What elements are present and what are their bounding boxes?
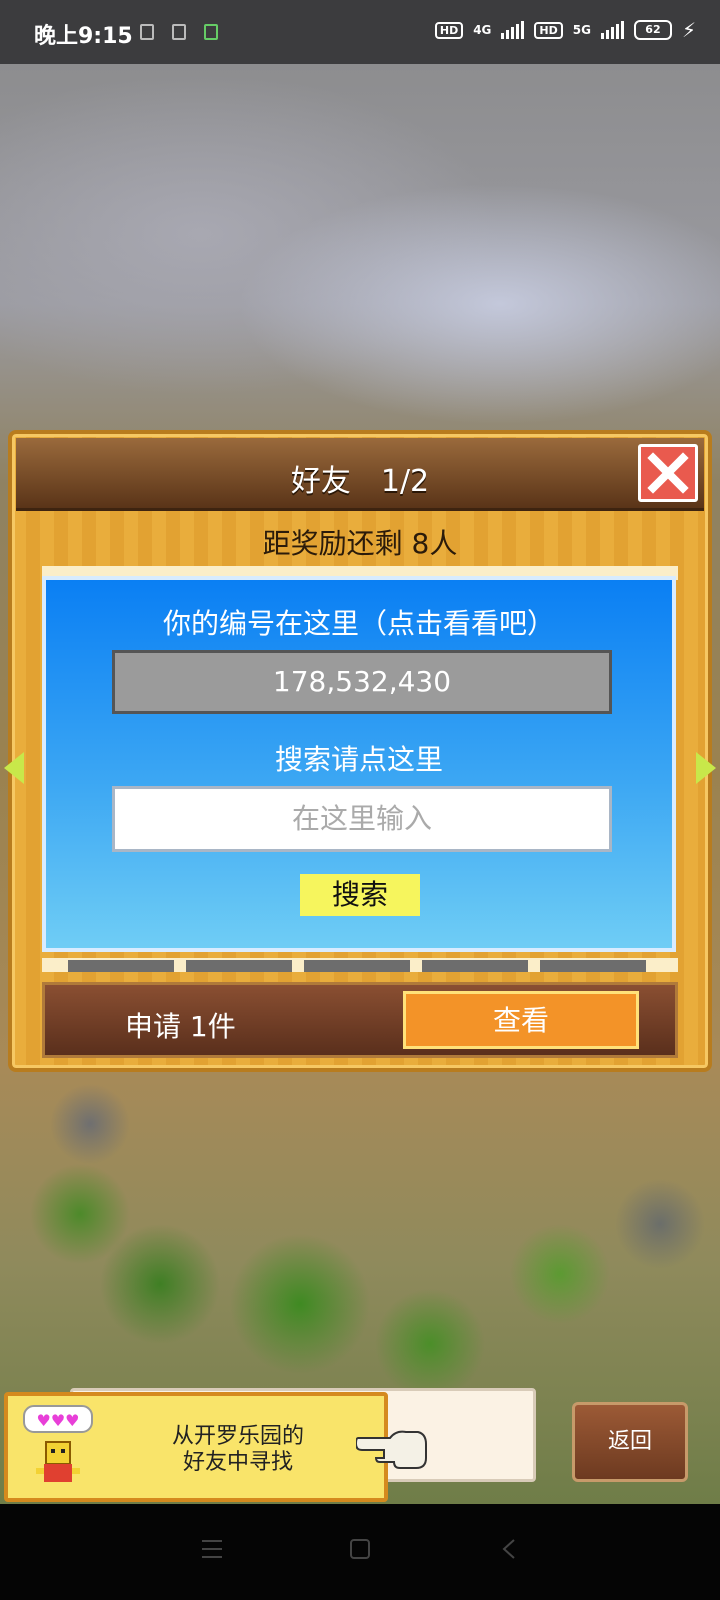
banner-text-line2: 好友中寻找 xyxy=(182,1450,293,1475)
signal-icon xyxy=(600,21,624,39)
search-button[interactable]: 搜索 xyxy=(300,874,420,916)
hd-icon: HD xyxy=(434,21,464,39)
find-friends-banner[interactable]: ♥♥♥ 从开罗乐园的 好友中寻找 xyxy=(4,1392,388,1502)
back-button[interactable]: 返回 xyxy=(572,1402,688,1482)
dialog-header: 好友 1/2 xyxy=(16,438,704,511)
hd-icon: HD xyxy=(534,21,563,39)
dialog-title: 好友 1/2 xyxy=(290,464,430,499)
banner-text: 从开罗乐园的 好友中寻找 xyxy=(128,1424,348,1476)
request-bar: 申请 1件 查看 xyxy=(42,982,678,1058)
close-button[interactable] xyxy=(638,444,698,502)
your-id-box[interactable]: 178,532,430 xyxy=(112,650,612,714)
next-page-arrow-icon[interactable] xyxy=(696,752,716,784)
status-indicators: HD 4G HD 5G 62 ⚡ xyxy=(434,18,696,42)
panel-rail-bottom xyxy=(42,958,678,972)
status-time: 晚上9:15 xyxy=(34,24,133,49)
status-bar: 晚上9:15 HD 4G HD 5G 62 ⚡ xyxy=(0,0,720,64)
svg-text:♥♥♥: ♥♥♥ xyxy=(36,1411,79,1430)
character-avatar-icon: ♥♥♥ xyxy=(23,1405,93,1482)
view-requests-button[interactable]: 查看 xyxy=(403,991,639,1049)
your-id-label: 你的编号在这里（点击看看吧） xyxy=(162,607,555,640)
friend-id-panel: 你的编号在这里（点击看看吧） 178,532,430 搜索请点这里 在这里输入 … xyxy=(42,576,676,952)
notification-icon xyxy=(204,24,218,40)
navigation-bar xyxy=(0,1504,720,1600)
signal-icon xyxy=(501,21,525,39)
home-icon[interactable] xyxy=(348,1538,372,1560)
battery-icon: 62 xyxy=(633,20,672,40)
search-label: 搜索请点这里 xyxy=(274,743,443,776)
close-icon xyxy=(647,452,689,494)
search-input[interactable]: 在这里输入 xyxy=(112,786,612,852)
notification-icon xyxy=(172,24,186,40)
notification-icon xyxy=(140,24,154,40)
reward-remaining-text: 距奖励还剩 8人 xyxy=(262,527,458,560)
network-type: 4G xyxy=(473,23,492,37)
friend-dialog: 好友 1/2 距奖励还剩 8人 你的编号在这里（点击看看吧） 178,532,4… xyxy=(4,430,716,1072)
request-count-text: 申请 1件 xyxy=(125,1010,236,1043)
pointing-hand-icon xyxy=(356,1430,427,1469)
menu-icon[interactable] xyxy=(200,1538,224,1560)
prev-page-arrow-icon[interactable] xyxy=(4,752,24,784)
charging-icon: ⚡ xyxy=(681,18,696,42)
banner-text-line1: 从开罗乐园的 xyxy=(171,1424,304,1449)
back-nav-icon[interactable] xyxy=(500,1538,520,1560)
network-type: 5G xyxy=(572,23,591,37)
